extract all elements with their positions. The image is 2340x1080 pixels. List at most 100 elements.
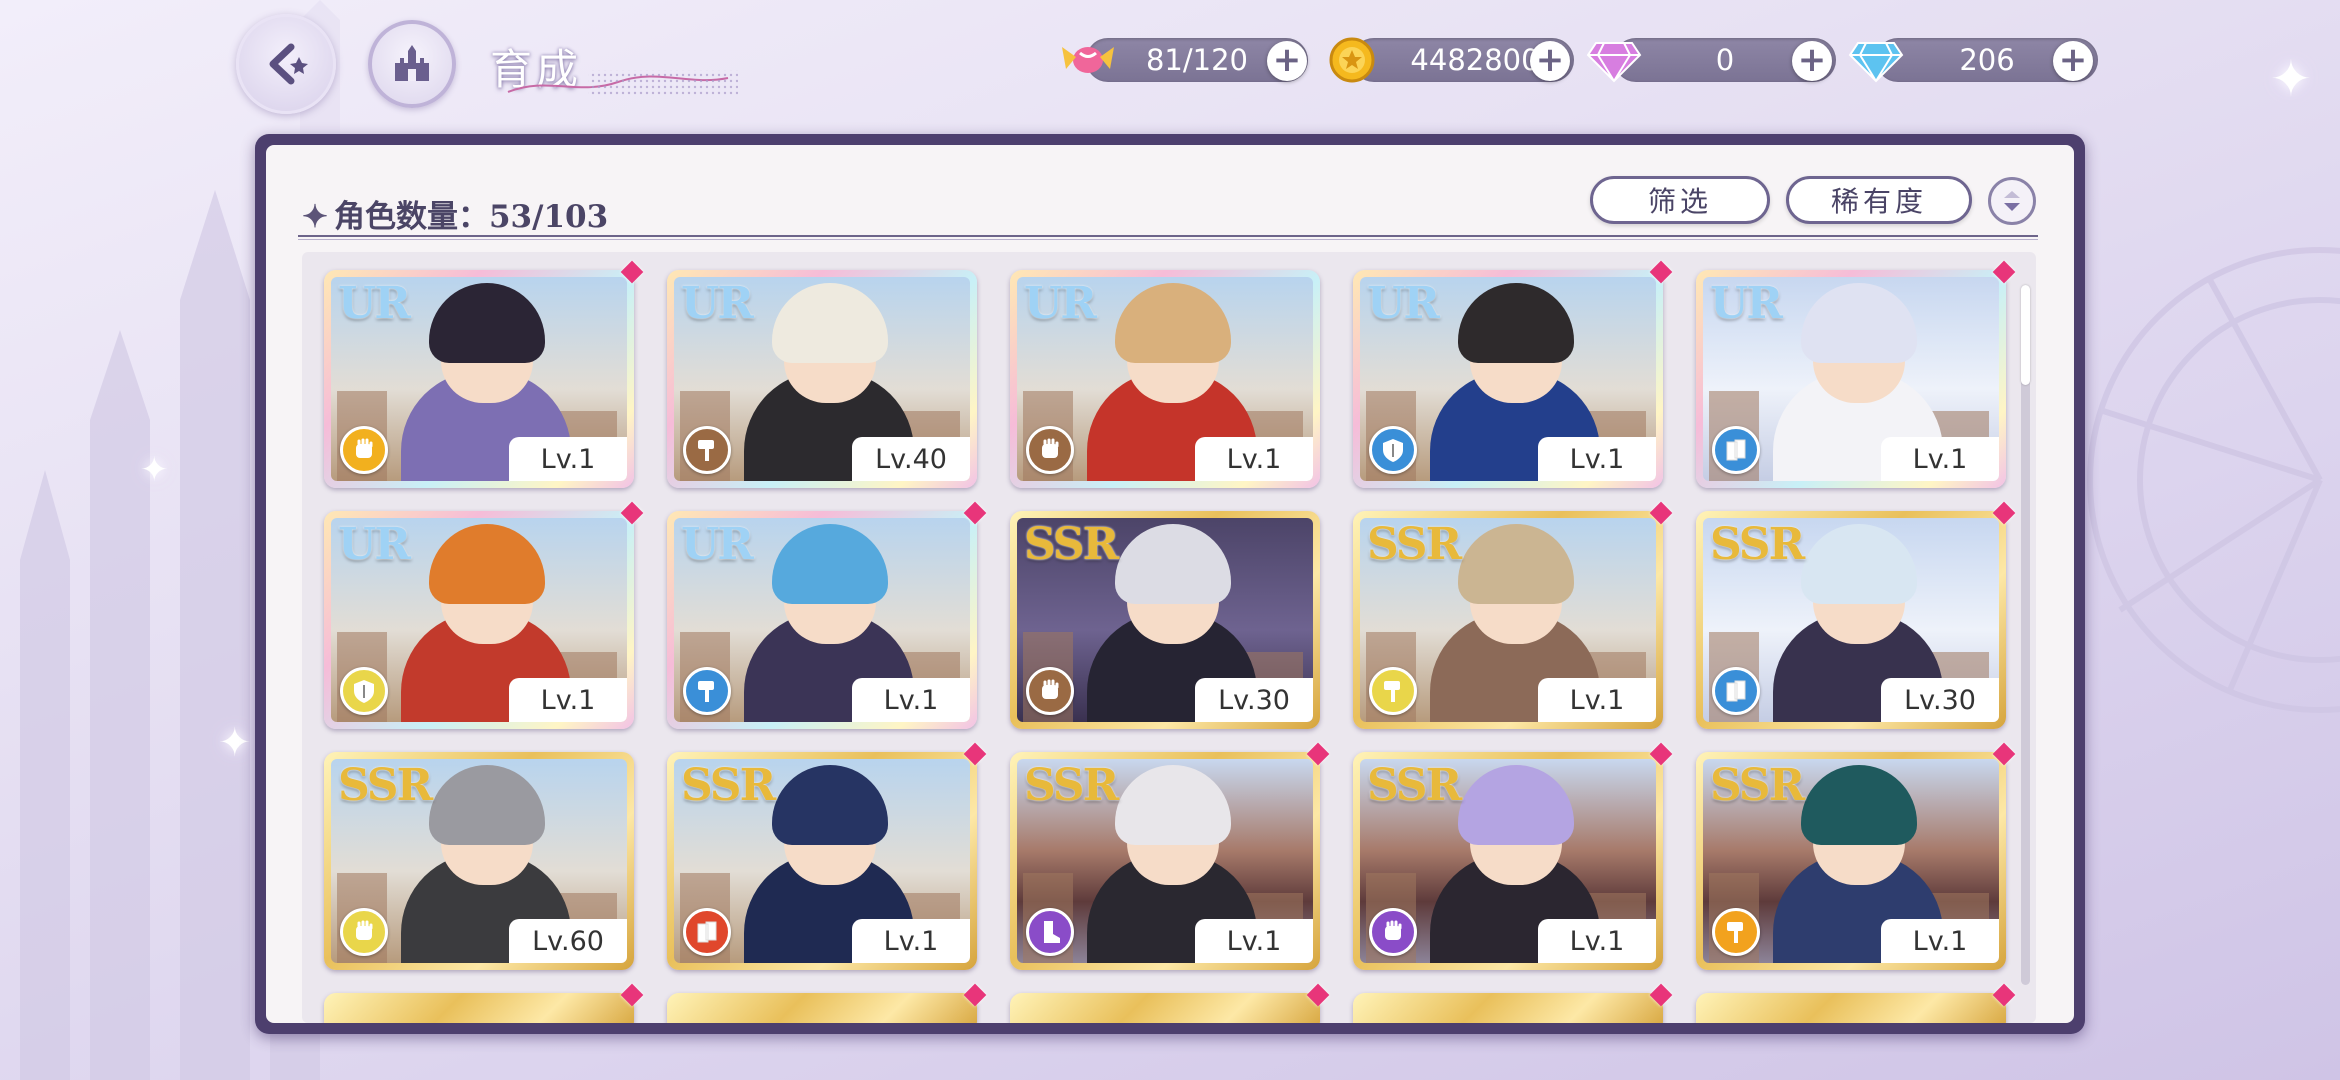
rarity-badge: SSR — [1367, 760, 1462, 811]
four-point-star-icon: ✦ — [302, 199, 328, 235]
character-card[interactable]: SSR Lv.1 — [1696, 742, 2016, 970]
header-divider — [298, 235, 2038, 240]
character-card[interactable]: UR Lv.1 — [667, 501, 987, 729]
rarity-badge: UR — [681, 278, 754, 329]
character-level: Lv.1 — [1195, 437, 1313, 481]
character-card[interactable]: SSR Lv.60 — [324, 752, 634, 970]
chevron-down-icon — [2004, 191, 2020, 211]
rarity-badge: UR — [338, 278, 411, 329]
character-card[interactable]: SSR Lv.30 — [1696, 501, 2016, 729]
character-card[interactable]: SSR Lv.1 — [1353, 501, 1673, 729]
character-level: Lv.1 — [852, 919, 970, 963]
character-card-partial[interactable] — [667, 983, 987, 1023]
gold-coin-icon — [1322, 30, 1382, 90]
character-level: Lv.1 — [1195, 919, 1313, 963]
character-level: Lv.1 — [1881, 919, 1999, 963]
blue-gem-value: 206 — [1959, 43, 2015, 77]
character-level: Lv.1 — [1881, 437, 1999, 481]
pink-gem-value: 0 — [1715, 43, 1735, 77]
character-card[interactable]: UR Lv.1 — [1696, 260, 2016, 488]
blue-diamond-icon — [1846, 30, 1906, 90]
fist-role-icon — [1369, 908, 1417, 956]
character-card[interactable]: SSR Lv.1 — [1353, 742, 1673, 970]
character-card[interactable]: UR Lv.1 — [324, 501, 644, 729]
hammer-role-icon — [1369, 667, 1417, 715]
character-card[interactable]: SSR Lv.1 — [1010, 742, 1330, 970]
hammer-role-icon — [683, 667, 731, 715]
title-underline-decoration — [507, 70, 738, 96]
rarity-badge: SSR — [338, 760, 433, 811]
pink-diamond-icon — [1584, 30, 1644, 90]
character-card[interactable]: UR Lv.1 — [324, 260, 644, 488]
character-card[interactable]: SSR Lv.30 — [1010, 511, 1320, 729]
rarity-badge: UR — [1367, 278, 1440, 329]
new-marker-icon — [1992, 983, 2016, 1007]
character-panel: ✦ 角色数量：53/103 筛选 稀有度 UR Lv.1 UR Lv.40 UR Lv.1 U… — [255, 134, 2085, 1034]
new-marker-icon — [1306, 983, 1330, 1007]
stamina-value: 81/120 — [1145, 43, 1249, 77]
character-level: Lv.1 — [509, 678, 627, 722]
character-count: ✦ 角色数量：53/103 — [302, 191, 608, 236]
character-level: Lv.30 — [1881, 678, 1999, 722]
rarity-badge: SSR — [1710, 760, 1805, 811]
character-card[interactable]: UR Lv.40 — [667, 270, 977, 488]
character-card-partial[interactable] — [324, 983, 644, 1023]
home-button[interactable] — [368, 20, 456, 108]
sort-order-toggle[interactable] — [1988, 177, 2036, 225]
new-marker-icon — [963, 983, 987, 1007]
character-card-partial[interactable] — [1696, 983, 2016, 1023]
filter-button[interactable]: 筛选 — [1590, 176, 1770, 224]
rarity-badge: SSR — [1367, 519, 1462, 570]
character-count-text: 角色数量：53/103 — [333, 199, 609, 235]
hammer-role-icon — [683, 426, 731, 474]
book-role-icon — [1712, 426, 1760, 474]
add-stamina-button[interactable]: + — [1267, 41, 1307, 81]
shield-role-icon — [340, 667, 388, 715]
rarity-sort-button[interactable]: 稀有度 — [1786, 176, 1972, 224]
fist-role-icon — [1026, 667, 1074, 715]
fist-role-icon — [1026, 426, 1074, 474]
back-button[interactable] — [236, 14, 336, 114]
rarity-badge: UR — [681, 519, 754, 570]
rarity-badge: SSR — [1024, 760, 1119, 811]
add-blue-gem-button[interactable]: + — [2053, 41, 2093, 81]
character-level: Lv.30 — [1195, 678, 1313, 722]
boot-role-icon — [1026, 908, 1074, 956]
new-marker-icon — [1649, 983, 1673, 1007]
character-card-partial[interactable] — [1010, 983, 1330, 1023]
hammer-role-icon — [1712, 908, 1760, 956]
character-level: Lv.40 — [852, 437, 970, 481]
book-role-icon — [683, 908, 731, 956]
character-card[interactable]: UR Lv.1 — [1010, 270, 1320, 488]
ferris-wheel-decoration — [2087, 247, 2340, 713]
shield-role-icon — [1369, 426, 1417, 474]
character-level: Lv.1 — [509, 437, 627, 481]
character-card[interactable]: SSR Lv.1 — [667, 742, 987, 970]
fist-role-icon — [340, 426, 388, 474]
back-arrow-icon — [269, 43, 308, 85]
add-gold-button[interactable]: + — [1530, 41, 1570, 81]
rarity-badge: SSR — [1710, 519, 1805, 570]
new-marker-icon — [620, 983, 644, 1007]
gold-value: 4482800 — [1410, 43, 1540, 77]
rarity-badge: UR — [1024, 278, 1097, 329]
character-card-partial[interactable] — [1353, 983, 1673, 1023]
character-card[interactable]: UR Lv.1 — [1353, 260, 1673, 488]
rarity-badge: UR — [338, 519, 411, 570]
book-role-icon — [1712, 667, 1760, 715]
rarity-badge: SSR — [1024, 519, 1119, 570]
rarity-badge: UR — [1710, 278, 1783, 329]
character-level: Lv.60 — [509, 919, 627, 963]
scrollbar-thumb[interactable] — [2021, 285, 2030, 385]
character-panel-inner: ✦ 角色数量：53/103 筛选 稀有度 UR Lv.1 UR Lv.40 UR Lv.1 U… — [266, 145, 2074, 1023]
castle-icon — [395, 45, 429, 81]
character-level: Lv.1 — [1538, 678, 1656, 722]
character-level: Lv.1 — [1538, 919, 1656, 963]
sparkle-decoration: ✦ — [218, 720, 252, 766]
grid-scrollbar[interactable] — [2021, 285, 2030, 985]
sparkle-decoration: ✦ — [140, 450, 169, 490]
candy-icon — [1058, 30, 1118, 90]
character-level: Lv.1 — [852, 678, 970, 722]
add-pink-gem-button[interactable]: + — [1792, 41, 1832, 81]
character-grid: UR Lv.1 UR Lv.40 UR Lv.1 UR Lv.1 UR Lv.1 UR Lv.1 UR L… — [302, 252, 2036, 1023]
